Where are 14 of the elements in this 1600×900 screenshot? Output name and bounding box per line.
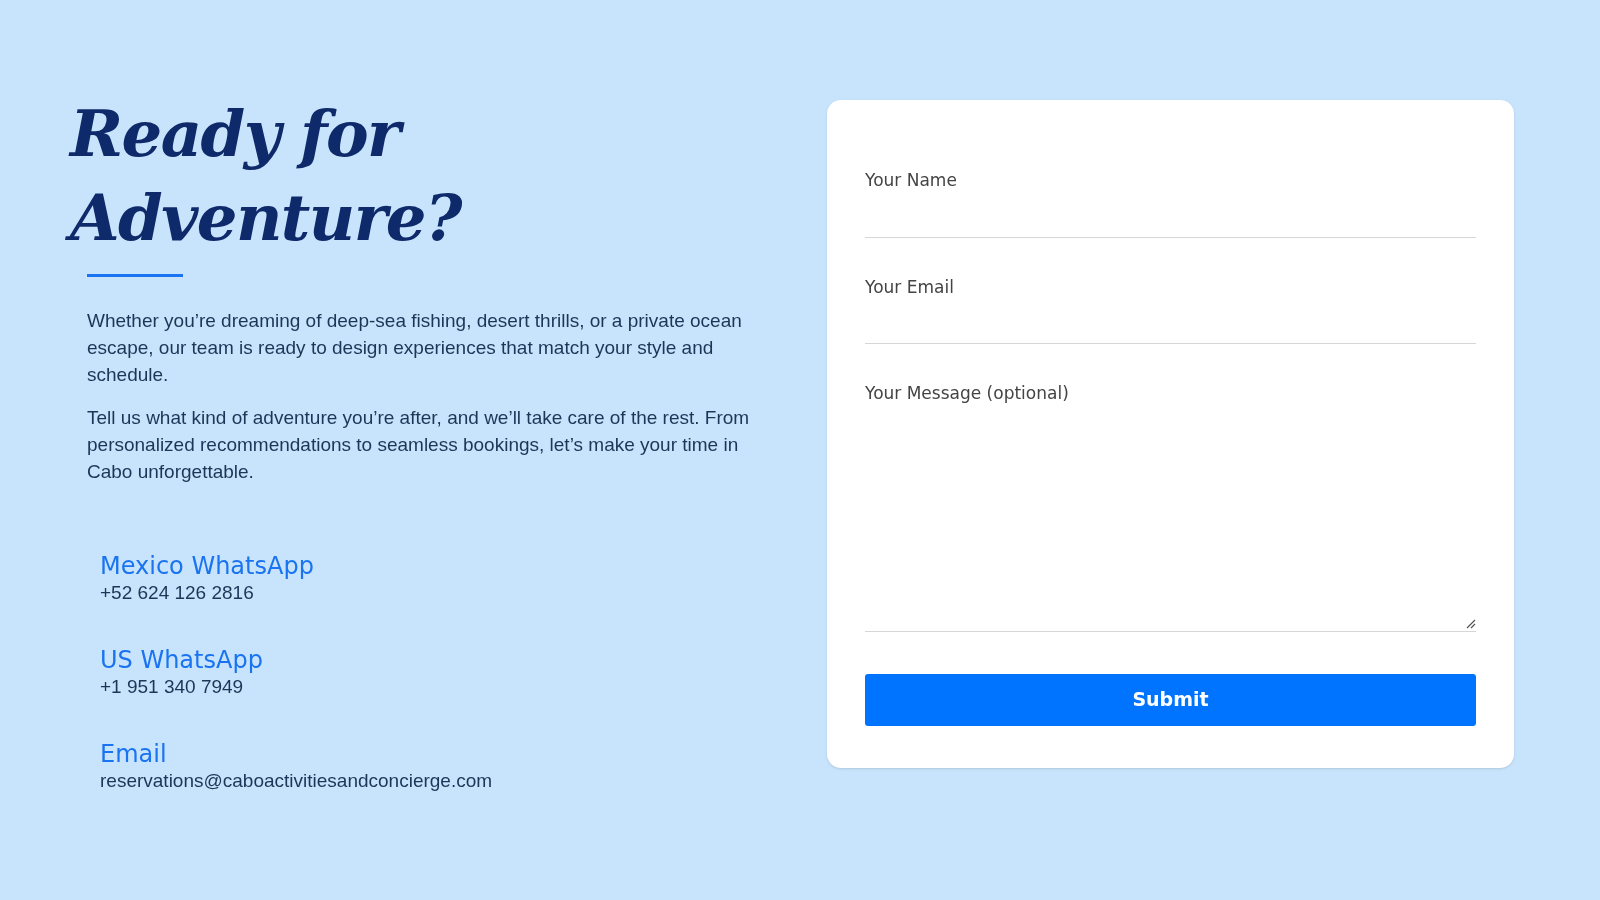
contact-title: US WhatsApp: [100, 645, 263, 675]
contact-title: Email: [100, 739, 167, 769]
contact-title: Mexico WhatsApp: [100, 551, 314, 581]
intro-paragraph: Tell us what kind of adventure you’re after, and we’ll take care of the rest. From personalized recommendations to seamless bookings, let’s make your time in Cabo unforgettable.: [87, 406, 751, 484]
field-label: Your Message (optional): [865, 382, 1069, 405]
field-label: Your Email: [865, 275, 954, 299]
field-label: Your Name: [865, 169, 957, 192]
contact-detail: +1 951 340 7949: [100, 675, 244, 699]
contact-detail: +52 624 126 2816: [100, 581, 254, 605]
resize-handle-icon[interactable]: [1466, 618, 1476, 629]
contact-detail: reservations@caboactivitiesandconcierge.com: [100, 769, 493, 793]
submit-button[interactable]: Submit: [865, 673, 1476, 726]
intro-paragraph: Whether you’re dreaming of deep-sea fishing, desert thrills, or a private ocean escape, our team is ready to design experiences that match your style and schedule.: [87, 309, 743, 387]
page-heading: Ready for Adventure?: [66, 92, 566, 260]
